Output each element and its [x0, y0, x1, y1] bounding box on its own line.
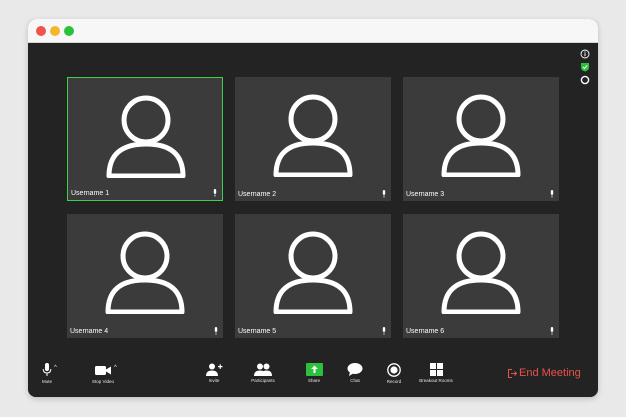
- chat-bubble-icon: [347, 363, 363, 376]
- participant-name: Username 5: [238, 328, 277, 335]
- end-meeting-button[interactable]: End Meeting: [508, 367, 581, 379]
- participant-tile-3[interactable]: Username 3: [403, 77, 559, 201]
- share-label: Share: [307, 378, 320, 383]
- record-indicator-icon: [580, 75, 590, 85]
- add-user-icon: [206, 363, 223, 376]
- title-bar: [28, 19, 598, 43]
- participant-tile-2[interactable]: Username 2: [235, 77, 391, 201]
- microphone-icon: [214, 327, 218, 335]
- participant-name: Username 6: [406, 328, 445, 335]
- participant-tile-5[interactable]: Username 5: [235, 214, 391, 338]
- user-avatar-icon: [441, 231, 521, 314]
- breakout-rooms-label: Breakout Rooms: [419, 378, 453, 383]
- user-avatar-icon: [441, 94, 521, 177]
- microphone-icon: [382, 190, 386, 198]
- meeting-toolbar: Mute ^ Stop Video ^ Invite Participants …: [28, 357, 598, 397]
- close-window-button[interactable]: [36, 26, 46, 36]
- participant-name: Username 4: [70, 328, 109, 335]
- user-avatar-icon: [105, 231, 185, 314]
- meeting-content: Username 1 Username 2 Username 3 Usernam…: [28, 43, 598, 397]
- participant-name: Username 1: [71, 190, 110, 197]
- invite-button[interactable]: Invite: [204, 363, 224, 383]
- microphone-icon: [42, 363, 52, 376]
- end-meeting-label: End Meeting: [519, 367, 581, 379]
- participants-icon: [254, 363, 272, 376]
- microphone-icon: [550, 190, 554, 198]
- chat-label: Chat: [350, 378, 360, 383]
- participant-tile-1[interactable]: Username 1: [67, 77, 223, 201]
- breakout-rooms-button[interactable]: Breakout Rooms: [417, 363, 455, 383]
- status-icons: [580, 49, 592, 88]
- participant-tile-4[interactable]: Username 4: [67, 214, 223, 338]
- shield-check-icon[interactable]: [580, 62, 590, 72]
- share-screen-icon: [305, 363, 323, 376]
- record-icon: [387, 363, 401, 377]
- grid-icon: [429, 363, 443, 376]
- microphone-icon: [213, 189, 217, 197]
- mute-label: Mute: [41, 379, 52, 384]
- video-camera-icon: [95, 366, 111, 375]
- stop-video-label: Stop Video: [92, 379, 114, 384]
- user-avatar-icon: [273, 94, 353, 177]
- info-icon[interactable]: [580, 49, 590, 59]
- participants-button[interactable]: Participants: [249, 363, 277, 383]
- participant-name: Username 3: [406, 191, 445, 198]
- participant-name: Username 2: [238, 191, 277, 198]
- user-avatar-icon: [273, 231, 353, 314]
- microphone-icon: [550, 327, 554, 335]
- video-options-caret[interactable]: ^: [114, 365, 117, 371]
- participants-label: Participants: [251, 378, 275, 383]
- invite-label: Invite: [208, 378, 220, 383]
- record-button[interactable]: Record: [384, 363, 404, 384]
- participant-tile-6[interactable]: Username 6: [403, 214, 559, 338]
- microphone-icon: [382, 327, 386, 335]
- exit-icon: [508, 368, 517, 378]
- record-label: Record: [386, 379, 402, 384]
- user-avatar-icon: [106, 95, 186, 178]
- mute-options-caret[interactable]: ^: [54, 365, 57, 371]
- chat-button[interactable]: Chat: [346, 363, 364, 383]
- minimize-window-button[interactable]: [50, 26, 60, 36]
- meeting-window: Username 1 Username 2 Username 3 Usernam…: [28, 19, 598, 397]
- maximize-window-button[interactable]: [64, 26, 74, 36]
- share-button[interactable]: Share: [304, 363, 324, 383]
